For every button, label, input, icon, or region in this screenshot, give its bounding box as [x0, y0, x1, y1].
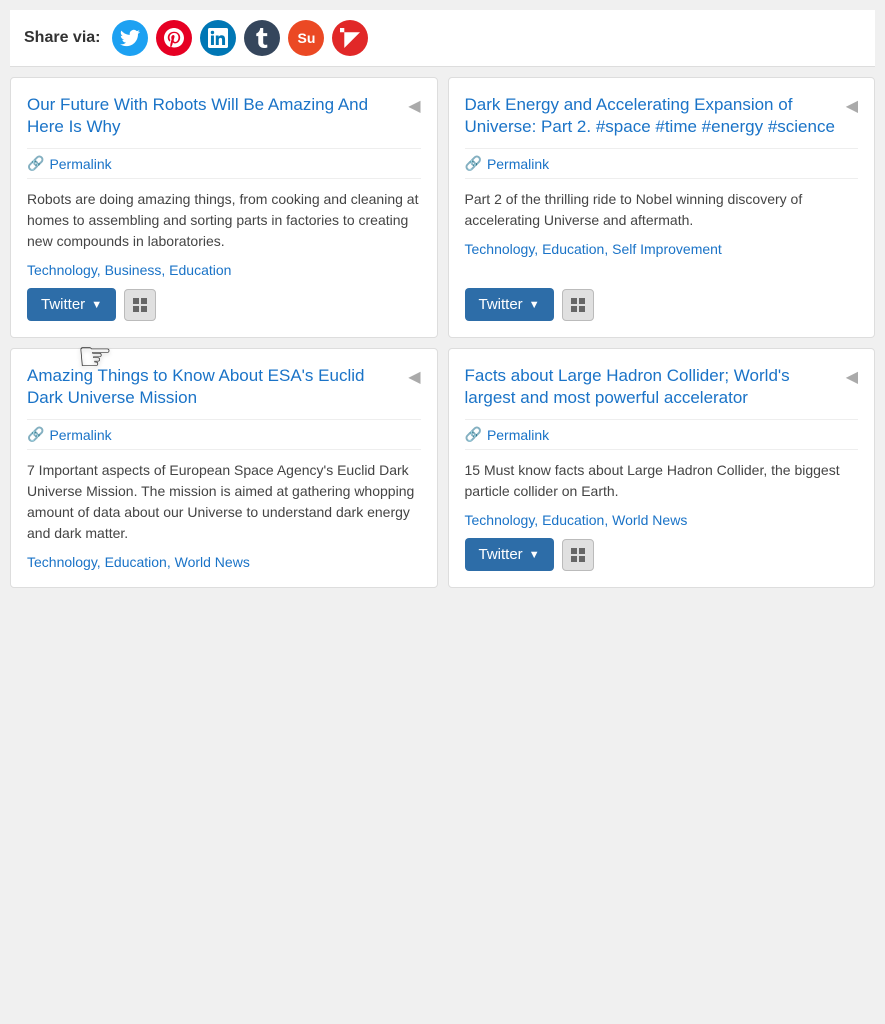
card-1-title[interactable]: Our Future With Robots Will Be Amazing A…: [27, 94, 408, 138]
card-2-tags: Technology, Education, Self Improvement: [465, 241, 859, 257]
share-bar: Share via: Su: [10, 10, 875, 67]
card-4-twitter-button[interactable]: Twitter ▼: [465, 538, 554, 571]
card-4-permalink[interactable]: 🔗 Permalink: [465, 419, 859, 450]
card-4: Facts about Large Hadron Collider; World…: [448, 348, 876, 588]
card-1-grid-button[interactable]: [124, 289, 156, 321]
card-4-title[interactable]: Facts about Large Hadron Collider; World…: [465, 365, 846, 409]
card-1-twitter-button[interactable]: Twitter ▼: [27, 288, 116, 321]
card-1: Our Future With Robots Will Be Amazing A…: [10, 77, 438, 338]
card-4-tags: Technology, Education, World News: [465, 512, 859, 528]
link-icon-2: 🔗: [465, 155, 482, 172]
share-label: Share via:: [24, 29, 100, 47]
card-2-header: Dark Energy and Accelerating Expansion o…: [465, 94, 859, 138]
card-1-header: Our Future With Robots Will Be Amazing A…: [27, 94, 421, 138]
card-2-grid-button[interactable]: [562, 289, 594, 321]
card-3: Amazing Things to Know About ESA's Eucli…: [10, 348, 438, 588]
card-2-permalink-label: Permalink: [487, 156, 549, 172]
card-2-twitter-button[interactable]: Twitter ▼: [465, 288, 554, 321]
link-icon-3: 🔗: [27, 426, 44, 443]
card-3-pin-icon[interactable]: ◀: [408, 367, 420, 387]
card-1-pin-icon[interactable]: ◀: [408, 96, 420, 116]
card-4-permalink-label: Permalink: [487, 427, 549, 443]
link-icon: 🔗: [27, 155, 44, 172]
card-4-dropdown-arrow: ▼: [529, 549, 540, 561]
card-4-pin-icon[interactable]: ◀: [846, 367, 858, 387]
card-4-twitter-label: Twitter: [479, 546, 523, 563]
card-2-description: Part 2 of the thrilling ride to Nobel wi…: [465, 189, 859, 231]
card-1-permalink[interactable]: 🔗 Permalink: [27, 148, 421, 179]
card-2-dropdown-arrow: ▼: [529, 299, 540, 311]
share-flipboard-icon[interactable]: [332, 20, 368, 56]
card-1-description: Robots are doing amazing things, from co…: [27, 189, 421, 252]
card-1-tags: Technology, Business, Education: [27, 262, 421, 278]
share-pinterest-icon[interactable]: [156, 20, 192, 56]
card-4-footer: Twitter ▼: [465, 538, 859, 571]
card-2-permalink[interactable]: 🔗 Permalink: [465, 148, 859, 179]
link-icon-4: 🔗: [465, 426, 482, 443]
share-linkedin-icon[interactable]: [200, 20, 236, 56]
card-2-title[interactable]: Dark Energy and Accelerating Expansion o…: [465, 94, 846, 138]
share-twitter-icon[interactable]: [112, 20, 148, 56]
card-1-twitter-label: Twitter: [41, 296, 85, 313]
share-tumblr-icon[interactable]: [244, 20, 280, 56]
card-4-description: 15 Must know facts about Large Hadron Co…: [465, 460, 859, 502]
card-grid: Our Future With Robots Will Be Amazing A…: [10, 77, 875, 588]
card-3-header: Amazing Things to Know About ESA's Eucli…: [27, 365, 421, 409]
card-3-description: 7 Important aspects of European Space Ag…: [27, 460, 421, 544]
card-2: Dark Energy and Accelerating Expansion o…: [448, 77, 876, 338]
card-2-twitter-label: Twitter: [479, 296, 523, 313]
card-2-footer: Twitter ▼: [465, 288, 859, 321]
share-stumbleupon-icon[interactable]: Su: [288, 20, 324, 56]
card-2-pin-icon[interactable]: ◀: [846, 96, 858, 116]
card-1-dropdown-arrow: ▼: [91, 299, 102, 311]
card-4-grid-button[interactable]: [562, 539, 594, 571]
card-3-tags: Technology, Education, World News: [27, 554, 421, 570]
card-1-permalink-label: Permalink: [49, 156, 111, 172]
card-1-footer: Twitter ▼ ☞: [27, 288, 421, 321]
card-3-permalink[interactable]: 🔗 Permalink: [27, 419, 421, 450]
card-3-title[interactable]: Amazing Things to Know About ESA's Eucli…: [27, 365, 408, 409]
card-4-header: Facts about Large Hadron Collider; World…: [465, 365, 859, 409]
card-3-permalink-label: Permalink: [49, 427, 111, 443]
